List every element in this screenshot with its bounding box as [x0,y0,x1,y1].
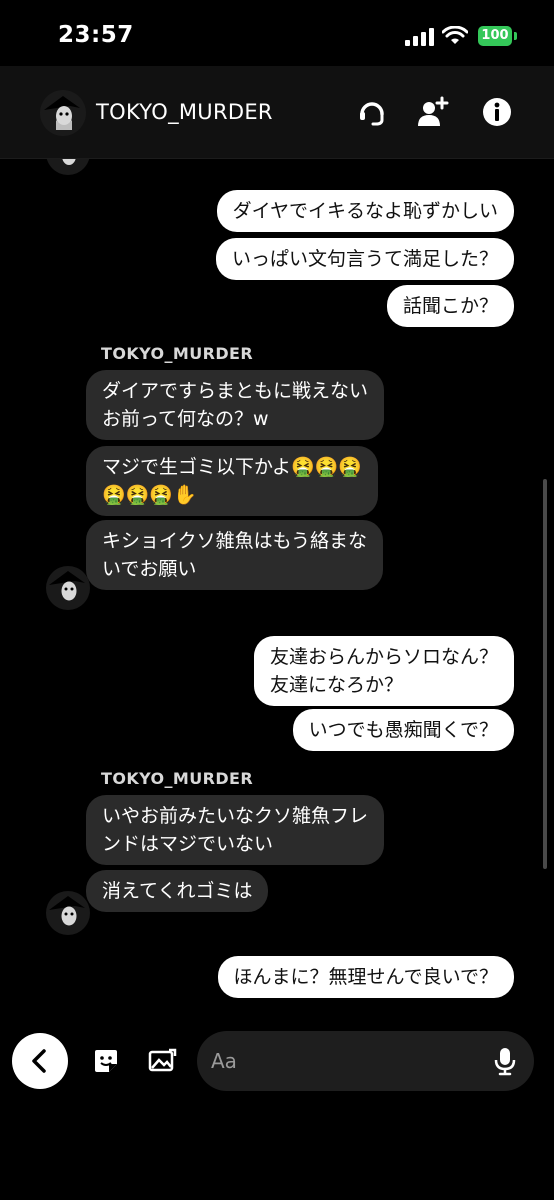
message-bubble-outgoing[interactable]: ほんまに？無理せんで良いで？ [217,956,514,998]
message-bubble-incoming[interactable]: いやお前みたいなクソ雑魚フレ ンドはマジでいない [86,795,385,865]
message-input-placeholder: Aa [211,1049,237,1073]
avatar [46,159,90,175]
message-line: キショイクソ雑魚はもう絡まな [102,530,368,552]
message-line: 🤮🤮🤮✋ [102,484,197,506]
message-bubble-incoming[interactable]: 消えてくれゴミは [86,870,269,912]
message-bubble-outgoing[interactable]: 友達おらんからソロなん？ 友達になろか？ [253,636,514,706]
message-line: 友達になろか？ [269,674,403,696]
message-line: いやお前みたいなクソ雑魚フレ [102,805,369,827]
scrollbar[interactable] [543,479,547,869]
message-line: いでお願い [102,558,197,580]
back-icon [32,1049,46,1073]
chat-header: TOKYO_MURDER [0,66,554,159]
sender-name: TOKYO_MURDER [101,344,254,363]
avatar[interactable] [46,891,90,935]
wifi-icon [442,26,468,44]
message-bubble-outgoing[interactable]: ダイヤでイキるなよ恥ずかしい [216,190,514,232]
battery-tip [514,32,517,40]
avatar[interactable] [46,566,90,610]
message-line: お前って何なの？w [102,408,269,430]
battery-icon: 100 [478,26,512,46]
message-bubble-outgoing[interactable]: いつでも愚痴聞くで？ [292,709,514,751]
status-time: 23:57 [58,22,134,48]
message-bubble-incoming[interactable]: マジで生ゴミ以下かよ🤮🤮🤮 🤮🤮🤮✋ [86,446,379,516]
mic-icon[interactable] [489,1045,521,1077]
message-bubble-incoming[interactable]: ダイアですらまともに戦えない お前って何なの？w [86,370,385,440]
message-line: マジで生ゴミ以下かよ🤮🤮🤮 [102,456,363,478]
message-list[interactable]: ダイヤでイキるなよ恥ずかしい いっぱい文句言うて満足した？ 話聞こか？ TOKY… [0,159,554,1030]
chat-title: TOKYO_MURDER [96,100,273,124]
message-bubble-outgoing[interactable]: いっぱい文句言うて満足した？ [215,238,514,280]
sender-name: TOKYO_MURDER [101,769,254,788]
message-input[interactable]: Aa [197,1031,534,1091]
add-friend-icon[interactable] [414,94,450,130]
back-button[interactable] [12,1033,68,1089]
sticker-icon[interactable] [91,1046,121,1076]
message-line: 友達おらんからソロなん？ [269,646,498,668]
message-line: ダイアですらまともに戦えない [102,380,369,402]
avatar[interactable] [40,90,86,136]
image-icon[interactable] [147,1046,177,1076]
status-bar: 23:57 100 [0,0,554,66]
signal-icon [405,28,435,46]
message-bubble-incoming[interactable]: キショイクソ雑魚はもう絡まな いでお願い [86,520,384,590]
headset-icon[interactable] [354,94,390,130]
info-icon[interactable] [479,94,515,130]
message-line: ンドはマジでいない [102,833,274,855]
message-bubble-outgoing[interactable]: 話聞こか？ [386,285,514,327]
